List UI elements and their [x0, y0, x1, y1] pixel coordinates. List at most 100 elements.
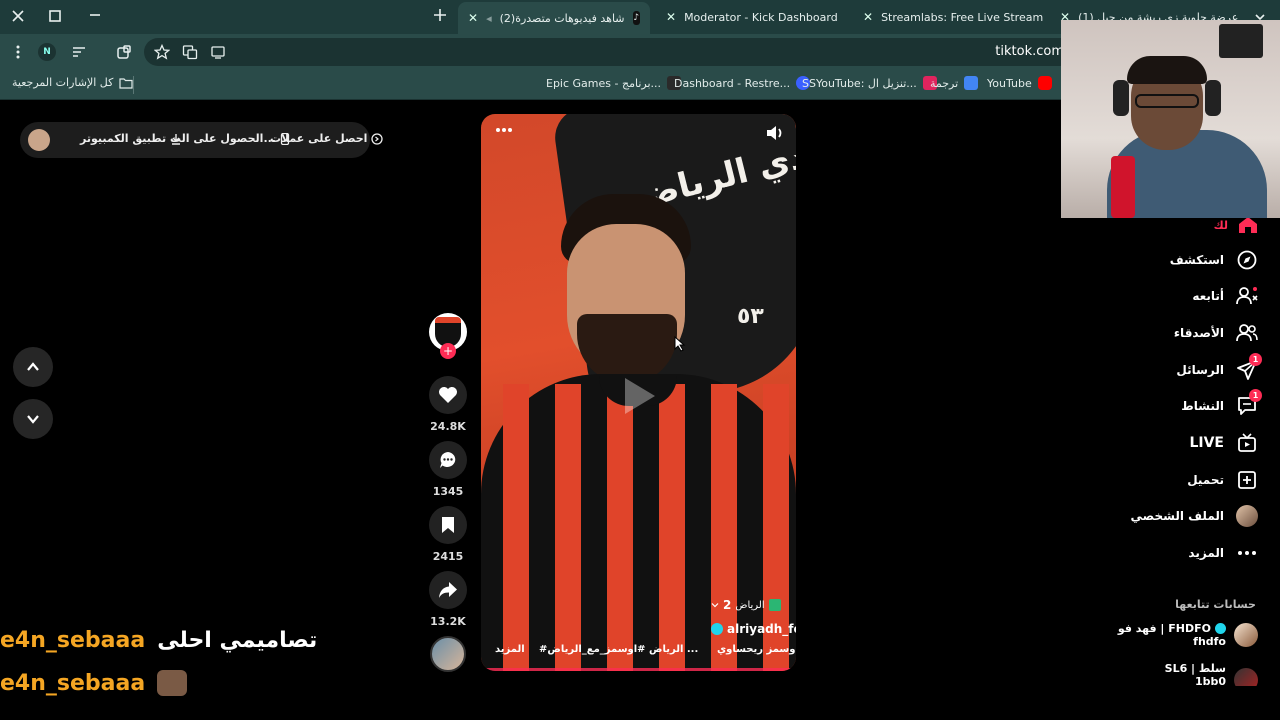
following-account-item[interactable]: SL6 | سلط 1bb0	[1165, 662, 1258, 686]
sidebar-item-more[interactable]: المزيد	[1188, 542, 1258, 564]
address-bar[interactable]: tiktok.com	[144, 38, 1074, 66]
menu-kebab-icon[interactable]	[14, 44, 22, 60]
sidebar-item-profile[interactable]: الملف الشخصي	[1131, 505, 1258, 527]
save-button[interactable]: 2415	[428, 506, 468, 563]
activity-badge: 1	[1249, 389, 1262, 402]
following-account-item[interactable]: فهد فو | FHDFO fhdfo	[1118, 622, 1258, 648]
video-player[interactable]: نادي الرياض ٥٣ 2 الرياض alriyadh_fc المز…	[481, 114, 796, 671]
share-icon	[429, 571, 467, 609]
mouse-cursor-icon	[674, 336, 686, 352]
get-app-label: الحصول على الت...	[170, 132, 276, 145]
sidebar-item-label: الملف الشخصي	[1130, 509, 1224, 523]
tab-title: Moderator - Kick Dashboard	[684, 10, 838, 24]
shirt-stripe	[555, 384, 581, 671]
chevron-down-small-icon	[711, 601, 719, 609]
sidebar-item-following[interactable]: أتابعه	[1192, 285, 1258, 307]
video-options-icon[interactable]	[494, 126, 514, 134]
sidebar-item-label: المزيد	[1188, 546, 1224, 560]
sidebar-item-label: تحميل	[1187, 473, 1224, 487]
sidebar-item-messages[interactable]: الرسائل 1	[1176, 353, 1262, 381]
account-name: فهد فو | FHDFO	[1117, 622, 1211, 635]
bookmark-epic-games[interactable]: Epic Games - برنامج...	[546, 76, 682, 90]
get-coins-button[interactable]: احصل على عملات	[270, 132, 384, 145]
all-bookmarks-button[interactable]: كل الإشارات المرجعية	[12, 76, 133, 89]
translate-icon[interactable]	[182, 44, 198, 60]
shirt-stripe	[607, 384, 633, 671]
save-count: 2415	[432, 550, 464, 563]
profile-avatar	[1236, 505, 1258, 527]
tab-kick[interactable]: ✕ Moderator - Kick Dashboard K	[656, 4, 842, 30]
extensions-icon[interactable]	[116, 44, 132, 60]
comment-button[interactable]: 1345	[428, 441, 468, 498]
tab-streamlabs[interactable]: ✕ Streamlabs: Free Live Streaming ▣	[853, 4, 1043, 30]
account-avatar	[1234, 668, 1258, 686]
get-coins-label: احصل على عملات	[270, 132, 368, 145]
creator-avatar-button[interactable]: +	[428, 313, 468, 359]
customize-chrome-icon[interactable]	[71, 44, 87, 60]
bookmark-youtube[interactable]: YouTube	[987, 76, 1052, 90]
following-accounts-title: حسابات تتابعها	[1175, 598, 1256, 611]
cast-icon[interactable]	[210, 44, 226, 60]
location-label: الرياض	[735, 599, 765, 611]
next-video-button[interactable]	[13, 399, 53, 439]
close-window-icon[interactable]	[10, 8, 26, 24]
follow-plus-icon[interactable]: +	[440, 343, 456, 359]
upload-icon	[1236, 469, 1258, 491]
activity-icon: 1	[1236, 389, 1262, 417]
like-button[interactable]: 24.8K	[428, 376, 468, 433]
account-handle: fhdfo	[1193, 635, 1226, 648]
account-handle: 1bb0	[1194, 675, 1226, 686]
bookmark-label: Epic Games - برنامج...	[546, 76, 662, 90]
previous-video-button[interactable]	[13, 347, 53, 387]
chevron-up-icon	[25, 359, 41, 375]
caption-hashtags[interactable]: #الرياض #اوسمز_مع_الرياض ...	[539, 644, 698, 655]
sidebar-item-activity[interactable]: النشاط 1	[1181, 389, 1262, 417]
verified-icon	[1215, 623, 1226, 634]
location-chip[interactable]: 2 الرياض	[711, 598, 781, 612]
sidebar-item-explore[interactable]: استكشف	[1170, 249, 1258, 271]
play-icon[interactable]	[621, 376, 657, 416]
account-avatar	[1234, 623, 1258, 647]
tiktok-top-bar: تطبيق الكمبيوتر الحصول على الت... احصل ع…	[20, 122, 384, 158]
music-disc-avatar[interactable]	[430, 636, 466, 672]
desktop-app-button[interactable]: تطبيق الكمبيوتر	[80, 132, 182, 145]
heart-icon	[429, 376, 467, 414]
share-button[interactable]: 13.2K	[428, 571, 468, 628]
chat-message-text: تصاميمي احلى	[157, 628, 318, 653]
bookmark-ssyoutube[interactable]: SSYouTube: تنزيل ال...	[802, 76, 937, 90]
minimize-window-icon[interactable]	[88, 8, 102, 22]
user-avatar[interactable]	[28, 129, 50, 151]
send-icon: 1	[1236, 353, 1262, 381]
sidebar-item-upload[interactable]: تحميل	[1187, 469, 1258, 491]
close-tab-icon[interactable]: ✕	[468, 11, 478, 25]
volume-icon[interactable]	[765, 124, 785, 142]
close-tab-icon[interactable]: ✕	[666, 10, 676, 24]
friends-icon	[1236, 322, 1258, 344]
channel-name-link[interactable]: alriyadh_fc	[711, 622, 796, 636]
chat-emote-icon	[157, 670, 188, 696]
bookmark-star-icon[interactable]	[154, 44, 170, 60]
bookmark-restream[interactable]: Dashboard - Restre...	[674, 76, 811, 90]
maximize-window-icon[interactable]	[48, 9, 62, 23]
video-progress-bar[interactable]	[481, 668, 796, 671]
folder-icon	[119, 77, 133, 89]
new-tab-icon[interactable]	[433, 8, 447, 22]
close-tab-icon[interactable]: ✕	[863, 10, 873, 24]
shirt-stripe	[659, 384, 685, 671]
sidebar-item-live[interactable]: LIVE	[1189, 432, 1258, 454]
tab-tiktok[interactable]: ✕ ◂ (2)شاهد فيديوهات متصدرة ♪	[458, 2, 650, 34]
tiktok-favicon-icon: ♪	[632, 11, 640, 25]
sidebar-item-friends[interactable]: الأصدقاء	[1174, 322, 1258, 344]
club-year-badge: ٥٣	[737, 304, 764, 329]
live-icon	[1236, 432, 1258, 454]
bookmark-translate[interactable]: ترجمة	[930, 76, 979, 90]
microphone	[1111, 156, 1135, 218]
youtube-icon	[1037, 76, 1052, 90]
caption-user[interactable]: أوسمز ريحساوي	[717, 644, 796, 655]
sidebar-item-for-you[interactable]: لك	[1214, 216, 1258, 234]
comment-count: 1345	[432, 485, 464, 498]
bookmark-label: YouTube	[987, 76, 1032, 90]
profile-avatar[interactable]: N	[38, 43, 56, 61]
caption-more-button[interactable]: المزيد	[495, 644, 525, 655]
location-pin-icon	[768, 599, 781, 611]
